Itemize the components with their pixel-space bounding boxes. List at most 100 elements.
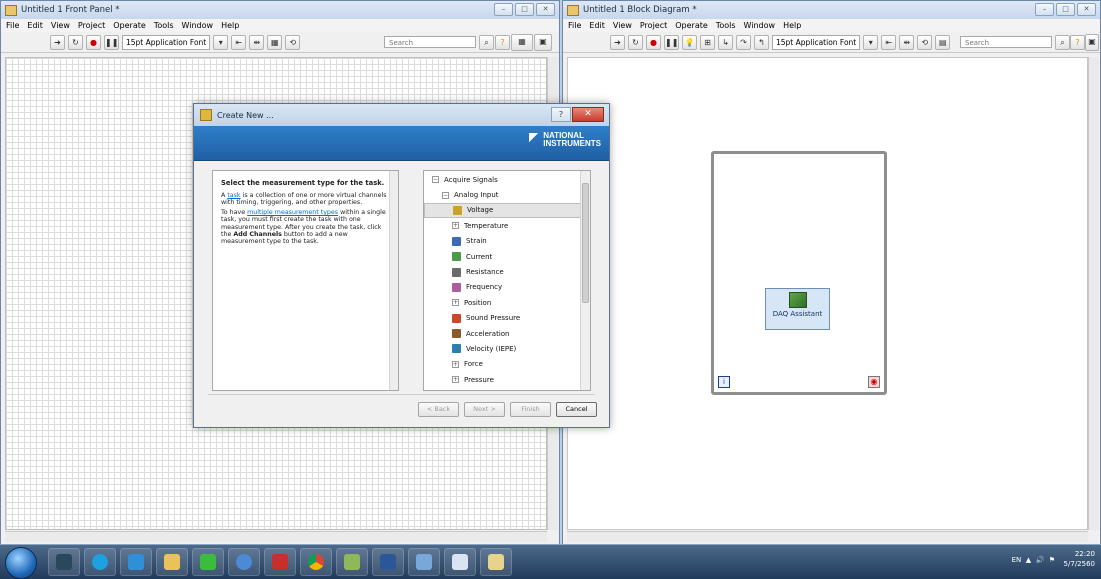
close-button[interactable]: ✕ (572, 107, 604, 122)
tree-scrollbar-thumb[interactable] (582, 183, 589, 303)
explorer-taskbar-button[interactable] (156, 548, 188, 576)
search-icon[interactable]: ⌕ (479, 35, 494, 50)
menu-view[interactable]: View (51, 21, 70, 30)
horizontal-scrollbar[interactable] (567, 531, 1088, 542)
retain-wire-values-icon[interactable]: ⊞ (700, 34, 715, 50)
tree-item-temperature[interactable]: + Temperature (424, 218, 590, 233)
image-viewer-taskbar-button[interactable] (336, 548, 368, 576)
tree-item-acquire-signals[interactable]: − Acquire Signals (424, 172, 590, 187)
tree-item-resistance[interactable]: Resistance (424, 264, 590, 279)
tree-item-voltage[interactable]: Voltage (424, 202, 590, 219)
language-indicator[interactable]: EN (1012, 556, 1022, 564)
resize-objects-icon[interactable]: ▦ (267, 34, 283, 50)
menu-tools[interactable]: Tools (716, 21, 736, 30)
menu-project[interactable]: Project (78, 21, 105, 30)
menu-help[interactable]: Help (221, 21, 239, 30)
collapse-icon[interactable]: − (442, 191, 449, 199)
menu-window[interactable]: Window (744, 21, 776, 30)
run-continuously-icon[interactable]: ↻ (68, 34, 83, 50)
minimize-button[interactable]: – (494, 3, 513, 16)
expand-icon[interactable]: + (452, 222, 459, 230)
block-diagram-titlebar[interactable]: Untitled 1 Block Diagram * – □ ✕ (563, 1, 1100, 19)
reorder-icon[interactable]: ⟲ (285, 34, 301, 50)
tree-item-force[interactable]: + Force (424, 357, 590, 372)
font-dropdown-icon[interactable]: ▾ (213, 34, 229, 50)
line-taskbar-button[interactable] (192, 548, 224, 576)
tree-item-pressure[interactable]: + Pressure (424, 372, 590, 387)
distribute-objects-icon[interactable]: ⇹ (899, 34, 915, 50)
step-out-icon[interactable]: ↰ (754, 34, 769, 50)
expand-icon[interactable]: + (452, 360, 459, 368)
tree-scrollbar[interactable] (580, 171, 590, 390)
reorder-icon[interactable]: ⟲ (917, 34, 933, 50)
align-objects-icon[interactable]: ⇤ (881, 34, 897, 50)
search-input[interactable]: Search (960, 36, 1052, 48)
menu-file[interactable]: File (568, 21, 581, 30)
chrome-taskbar-button[interactable] (300, 548, 332, 576)
cancel-button[interactable]: Cancel (556, 402, 597, 417)
help-icon[interactable]: ? (495, 35, 510, 50)
collapse-icon[interactable]: − (432, 176, 439, 184)
run-arrow-icon[interactable]: ➜ (610, 34, 625, 50)
menu-view[interactable]: View (613, 21, 632, 30)
steam-taskbar-button[interactable] (48, 548, 80, 576)
maximize-button[interactable]: □ (515, 3, 534, 16)
expand-icon[interactable]: + (452, 376, 459, 384)
menu-operate[interactable]: Operate (675, 21, 708, 30)
help-icon[interactable]: ? (1070, 35, 1085, 50)
loop-condition-terminal[interactable]: ◉ (868, 376, 880, 388)
run-arrow-icon[interactable]: ➜ (50, 34, 65, 50)
block-diagram-canvas[interactable]: DAQ Assistant i ◉ (567, 57, 1088, 530)
tree-item-strain[interactable]: Strain (424, 234, 590, 249)
description-scrollbar[interactable] (389, 171, 398, 390)
finish-button[interactable]: Finish (510, 402, 551, 417)
abort-icon[interactable]: ● (646, 34, 661, 50)
front-panel-titlebar[interactable]: Untitled 1 Front Panel * – □ ✕ (1, 1, 559, 19)
multiple-measurement-types-link[interactable]: multiple measurement types (247, 209, 338, 216)
back-button[interactable]: < Back (418, 402, 459, 417)
menu-tools[interactable]: Tools (154, 21, 174, 30)
word-taskbar-button[interactable] (372, 548, 404, 576)
menu-project[interactable]: Project (640, 21, 667, 30)
labview-block-diagram-taskbar-button[interactable] (480, 548, 512, 576)
step-over-icon[interactable]: ↷ (736, 34, 751, 50)
font-select[interactable]: 15pt Application Font (772, 34, 861, 50)
menu-edit[interactable]: Edit (27, 21, 43, 30)
menu-operate[interactable]: Operate (113, 21, 146, 30)
horizontal-scrollbar[interactable] (5, 531, 547, 542)
run-continuously-icon[interactable]: ↻ (628, 34, 643, 50)
clock[interactable]: 22:20 5/7/2560 (1064, 549, 1095, 569)
network-taskbar-button[interactable] (228, 548, 260, 576)
skype-taskbar-button[interactable] (84, 548, 116, 576)
maximize-button[interactable]: □ (1056, 3, 1075, 16)
search-input[interactable]: Search (384, 36, 476, 48)
media-taskbar-button[interactable] (120, 548, 152, 576)
minimize-button[interactable]: – (1035, 3, 1054, 16)
close-button[interactable]: ✕ (536, 3, 555, 16)
align-objects-icon[interactable]: ⇤ (231, 34, 247, 50)
daq-assistant-node[interactable]: DAQ Assistant (765, 288, 830, 330)
pause-icon[interactable]: ❚❚ (664, 34, 679, 50)
dialog-titlebar[interactable]: Create New ... ? ✕ (194, 104, 609, 126)
task-link[interactable]: task (227, 192, 240, 199)
pause-icon[interactable]: ❚❚ (104, 34, 119, 50)
font-select[interactable]: 15pt Application Font (122, 34, 211, 50)
menu-edit[interactable]: Edit (589, 21, 605, 30)
close-button[interactable]: ✕ (1077, 3, 1096, 16)
paint-taskbar-button[interactable] (408, 548, 440, 576)
help-button[interactable]: ? (551, 107, 571, 122)
tree-item-sound-pressure[interactable]: Sound Pressure (424, 311, 590, 326)
while-loop[interactable]: DAQ Assistant i ◉ (711, 151, 887, 395)
tree-item-velocity-iepe[interactable]: Velocity (IEPE) (424, 341, 590, 356)
start-button[interactable] (5, 547, 37, 579)
expand-icon[interactable]: + (452, 299, 459, 307)
highlight-execution-icon[interactable]: 💡 (682, 34, 697, 50)
menu-window[interactable]: Window (182, 21, 214, 30)
tree-item-frequency[interactable]: Frequency (424, 280, 590, 295)
step-into-icon[interactable]: ↳ (718, 34, 733, 50)
search-icon[interactable]: ⌕ (1055, 35, 1070, 50)
abort-icon[interactable]: ● (86, 34, 101, 50)
vertical-scrollbar[interactable] (1088, 57, 1099, 530)
tree-item-position[interactable]: + Position (424, 295, 590, 310)
menu-help[interactable]: Help (783, 21, 801, 30)
